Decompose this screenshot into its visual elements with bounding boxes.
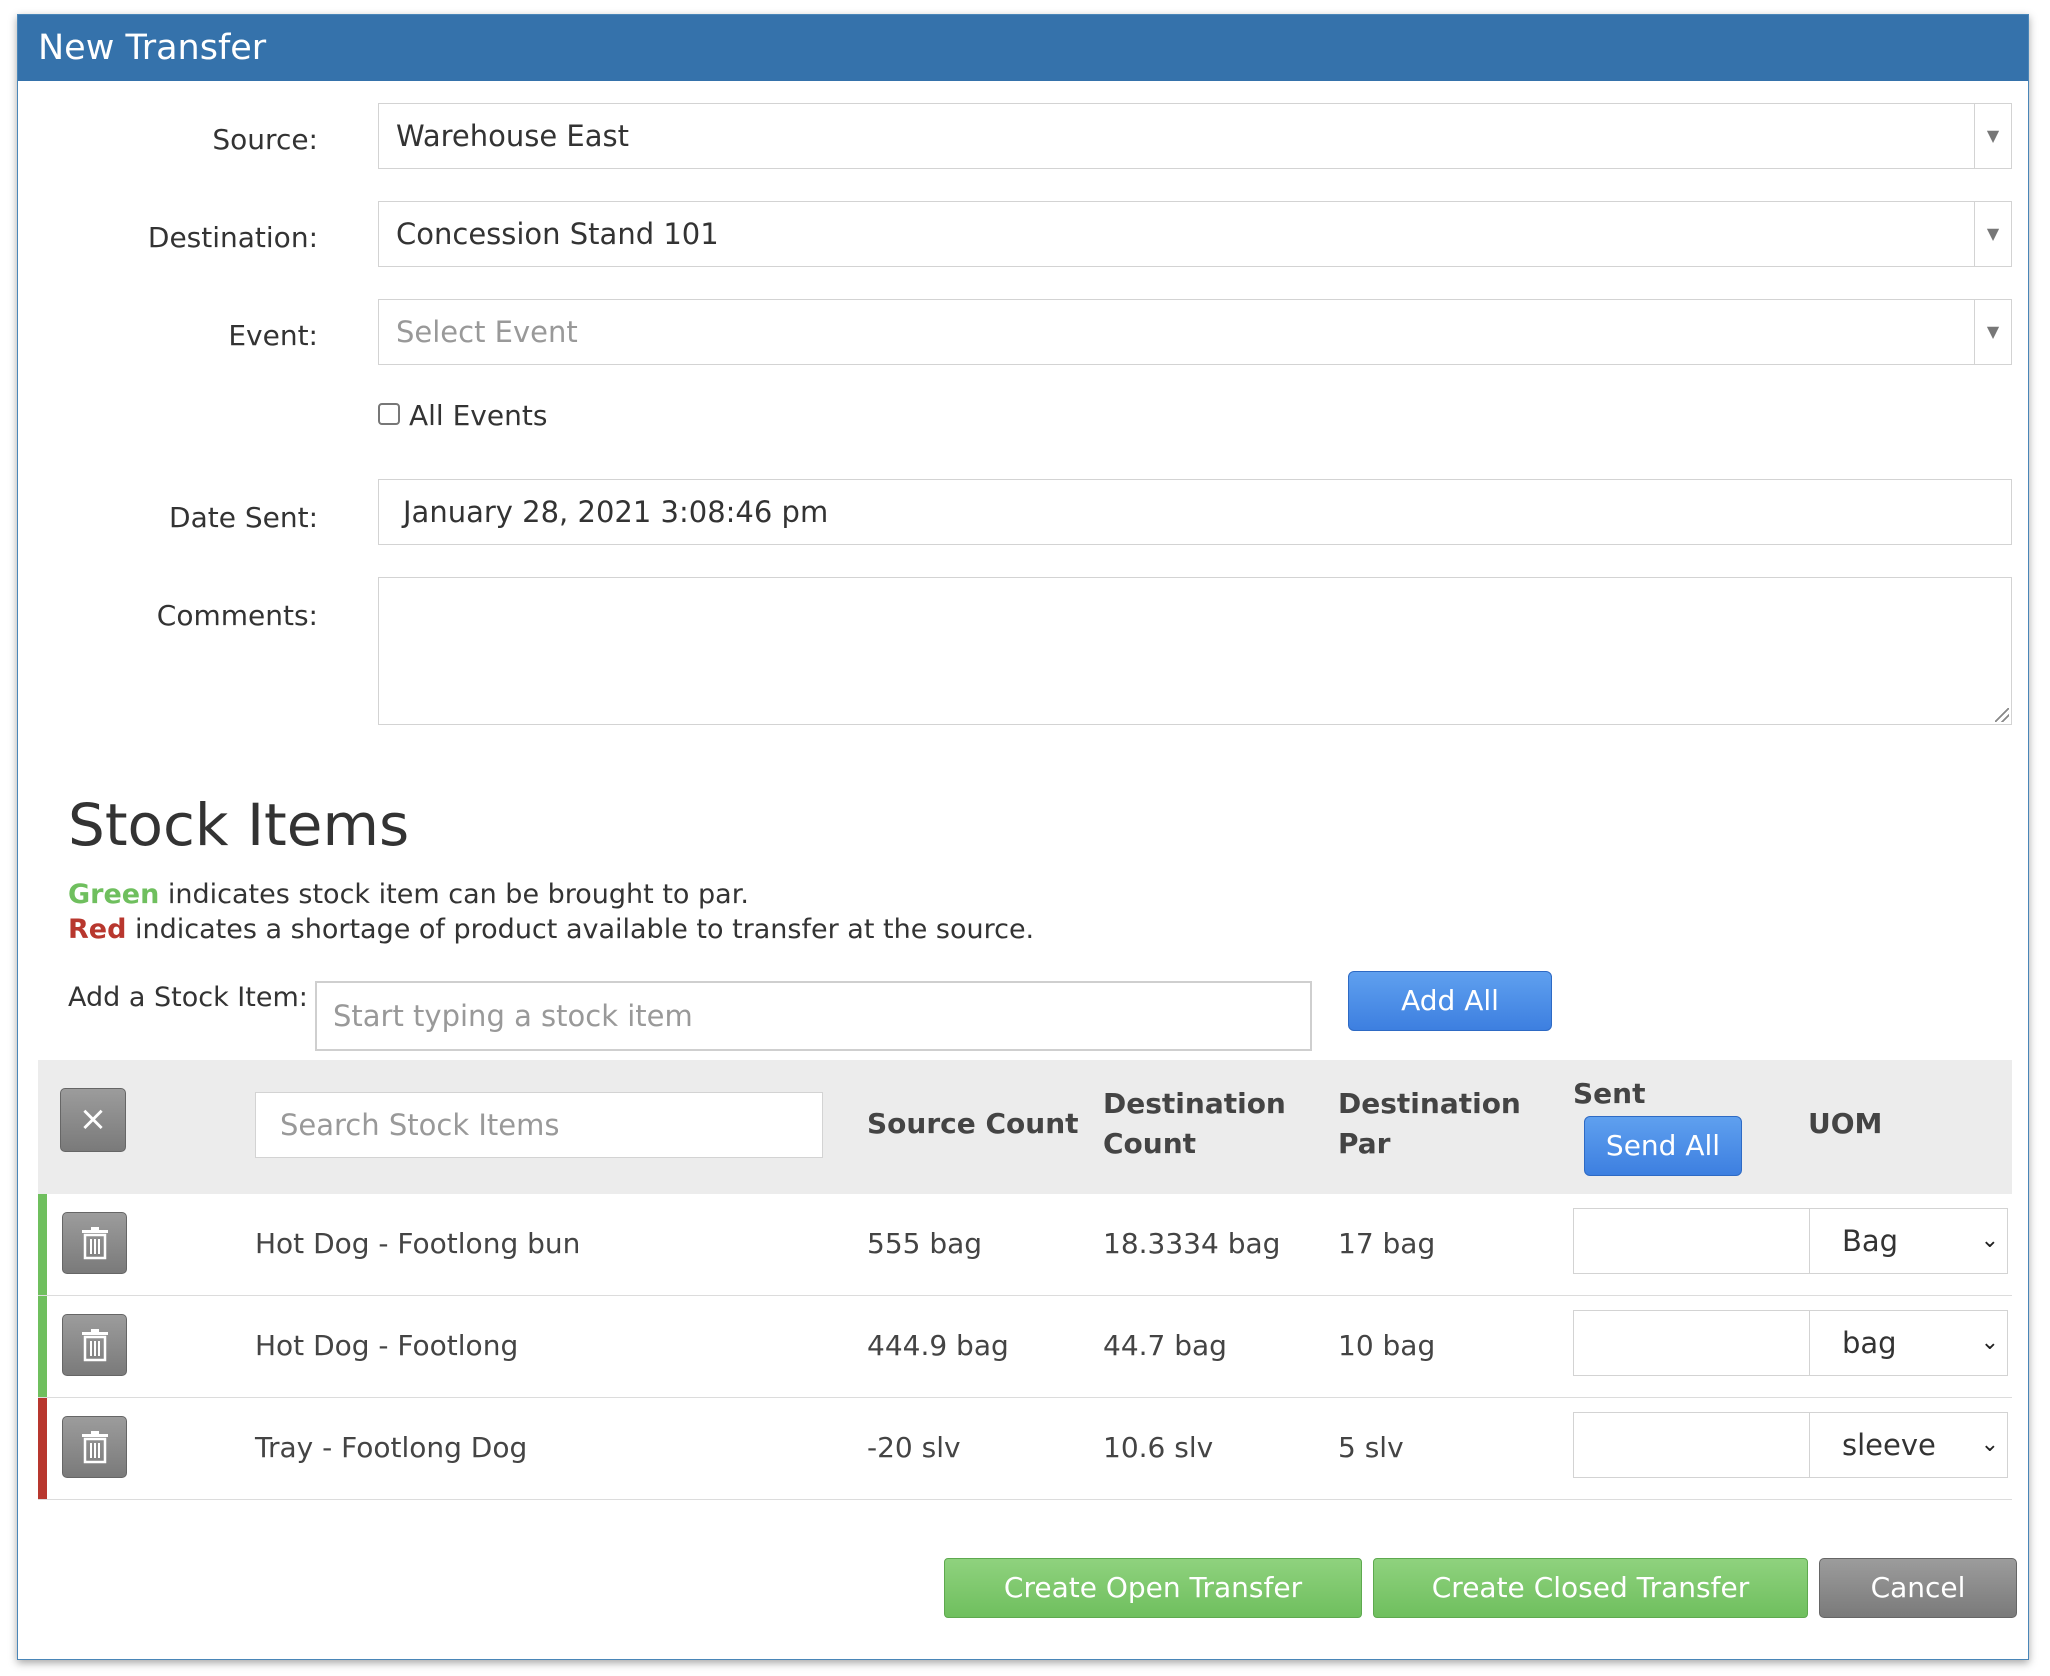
col-destination-count-line1: Destination	[1103, 1087, 1286, 1120]
status-bar-red	[38, 1398, 47, 1499]
date-sent-input[interactable]: January 28, 2021 3:08:46 pm	[378, 479, 2012, 545]
uom-select[interactable]: sleeve	[1842, 1413, 1936, 1477]
uom-select[interactable]: bag	[1842, 1311, 1897, 1375]
sent-input[interactable]: bag ⌄	[1573, 1310, 2008, 1376]
table-row: Hot Dog - Footlong bun 555 bag 18.3334 b…	[38, 1194, 2012, 1296]
table-row: Hot Dog - Footlong 444.9 bag 44.7 bag 10…	[38, 1296, 2012, 1398]
legend-red-text: indicates a shortage of product availabl…	[126, 914, 1035, 945]
create-closed-transfer-button[interactable]: Create Closed Transfer	[1373, 1558, 1808, 1618]
legend-red: Red indicates a shortage of product avai…	[68, 914, 1034, 945]
col-uom: UOM	[1808, 1107, 1883, 1140]
destination-count: 10.6 slv	[1103, 1431, 1214, 1464]
destination-par: 10 bag	[1338, 1329, 1436, 1362]
col-destination-par-line1: Destination	[1338, 1087, 1521, 1120]
legend-green-text: indicates stock item can be brought to p…	[159, 879, 749, 910]
destination-par: 5 slv	[1338, 1431, 1404, 1464]
cancel-button[interactable]: Cancel	[1819, 1558, 2017, 1618]
divider	[1809, 1413, 1810, 1477]
divider	[1809, 1209, 1810, 1273]
destination-select[interactable]: Concession Stand 101 ▼	[378, 201, 2012, 267]
clear-filter-button[interactable]: ×	[60, 1088, 126, 1152]
all-events-label: All Events	[409, 399, 548, 432]
event-select[interactable]: Select Event ▼	[378, 299, 2012, 365]
table-row: Tray - Footlong Dog -20 slv 10.6 slv 5 s…	[38, 1398, 2012, 1500]
status-bar-green	[38, 1296, 47, 1397]
destination-count: 44.7 bag	[1103, 1329, 1227, 1362]
stock-item-name: Hot Dog - Footlong	[255, 1329, 519, 1362]
add-all-button[interactable]: Add All	[1348, 971, 1552, 1031]
source-count: 555 bag	[867, 1227, 983, 1260]
col-sent: Sent	[1573, 1077, 1646, 1110]
comments-textarea[interactable]	[378, 577, 2012, 725]
new-transfer-dialog: New Transfer Source: Warehouse East ▼ De…	[17, 14, 2029, 1660]
trash-icon	[81, 1431, 108, 1464]
uom-select[interactable]: Bag	[1842, 1209, 1898, 1273]
trash-icon	[81, 1329, 108, 1362]
dropdown-arrow-icon: ▼	[1974, 202, 2011, 266]
source-count: 444.9 bag	[867, 1329, 1009, 1362]
legend-green: Green indicates stock item can be brough…	[68, 879, 749, 910]
col-destination-par-line2: Par	[1338, 1127, 1391, 1160]
add-stock-item-input[interactable]: Start typing a stock item	[315, 981, 1312, 1051]
delete-row-button[interactable]	[62, 1416, 127, 1478]
trash-icon	[81, 1227, 108, 1260]
dropdown-arrow-icon: ▼	[1974, 104, 2011, 168]
add-stock-item-placeholder: Start typing a stock item	[333, 999, 693, 1033]
destination-par: 17 bag	[1338, 1227, 1436, 1260]
chevron-down-icon: ⌄	[1980, 1228, 1999, 1253]
search-stock-items-input[interactable]: Search Stock Items	[255, 1092, 823, 1158]
col-source-count: Source Count	[867, 1107, 1079, 1140]
destination-label: Destination:	[147, 221, 318, 254]
col-destination-count-line2: Count	[1103, 1127, 1197, 1160]
status-bar-green	[38, 1194, 47, 1295]
chevron-down-icon: ⌄	[1980, 1330, 1999, 1355]
close-icon: ×	[78, 1099, 108, 1139]
event-placeholder: Select Event	[396, 315, 578, 349]
stock-table-header: × Search Stock Items Source Count Destin…	[38, 1060, 2012, 1194]
sent-input[interactable]: Bag ⌄	[1573, 1208, 2008, 1274]
comments-label: Comments:	[156, 599, 318, 632]
source-select[interactable]: Warehouse East ▼	[378, 103, 2012, 169]
stock-items-heading: Stock Items	[68, 791, 410, 859]
destination-value: Concession Stand 101	[396, 217, 719, 251]
send-all-button[interactable]: Send All	[1584, 1116, 1742, 1176]
dropdown-arrow-icon: ▼	[1974, 300, 2011, 364]
all-events-checkbox[interactable]	[378, 403, 400, 425]
source-count: -20 slv	[867, 1431, 961, 1464]
date-sent-label: Date Sent:	[169, 501, 318, 534]
legend-green-word: Green	[68, 879, 160, 910]
event-label: Event:	[228, 319, 318, 352]
source-value: Warehouse East	[396, 119, 629, 153]
delete-row-button[interactable]	[62, 1212, 127, 1274]
delete-row-button[interactable]	[62, 1314, 127, 1376]
stock-item-name: Hot Dog - Footlong bun	[255, 1227, 581, 1260]
dialog-title: New Transfer	[18, 15, 2028, 81]
divider	[1809, 1311, 1810, 1375]
create-open-transfer-button[interactable]: Create Open Transfer	[944, 1558, 1362, 1618]
chevron-down-icon: ⌄	[1980, 1432, 1999, 1457]
source-label: Source:	[212, 123, 318, 156]
stock-item-name: Tray - Footlong Dog	[255, 1431, 528, 1464]
destination-count: 18.3334 bag	[1103, 1227, 1281, 1260]
add-stock-item-label: Add a Stock Item:	[68, 982, 308, 1013]
legend-red-word: Red	[68, 914, 127, 945]
search-stock-items-placeholder: Search Stock Items	[280, 1108, 560, 1142]
date-sent-value: January 28, 2021 3:08:46 pm	[403, 495, 829, 529]
resize-handle-icon[interactable]	[1995, 708, 2009, 722]
sent-input[interactable]: sleeve ⌄	[1573, 1412, 2008, 1478]
